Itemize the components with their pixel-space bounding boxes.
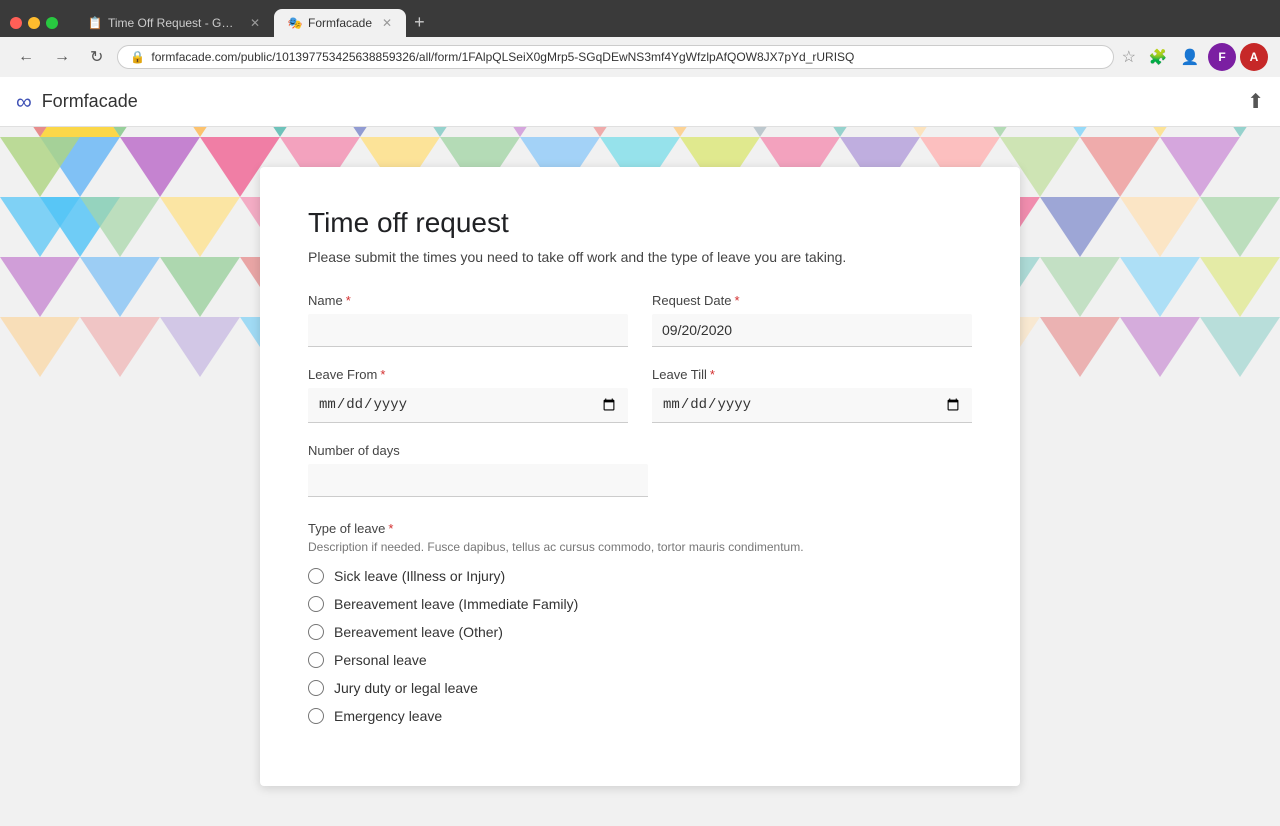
lock-icon: 🔒 [130,50,145,64]
leave-option-jury-duty[interactable]: Jury duty or legal leave [308,680,972,696]
type-of-leave-section: Type of leave* Description if needed. Fu… [308,521,972,724]
num-days-input[interactable] [308,464,648,497]
leave-option-personal-label: Personal leave [334,652,427,668]
name-required-star: * [346,293,351,308]
brand: ∞ Formfacade [16,89,138,115]
type-of-leave-label: Type of leave* [308,521,972,536]
share-button[interactable]: ⬆ [1247,89,1264,114]
leave-till-field: Leave Till* [652,367,972,423]
leave-option-sick[interactable]: Sick leave (Illness or Injury) [308,568,972,584]
form-card: Time off request Please submit the times… [260,167,1020,786]
leave-till-label: Leave Till* [652,367,972,382]
leave-till-required-star: * [710,367,715,382]
forward-button[interactable]: → [48,44,76,70]
request-date-input[interactable] [652,314,972,347]
leave-option-bereavement-immediate-label: Bereavement leave (Immediate Family) [334,596,578,612]
name-label: Name* [308,293,628,308]
bookmark-button[interactable]: ☆ [1122,47,1136,67]
leave-option-bereavement-other[interactable]: Bereavement leave (Other) [308,624,972,640]
user-avatar[interactable]: A [1240,43,1268,71]
address-text: formfacade.com/public/101397753425638859… [151,50,1100,64]
back-button[interactable]: ← [12,44,40,70]
leave-from-required-star: * [380,367,385,382]
type-of-leave-desc: Description if needed. Fusce dapibus, te… [308,540,972,554]
extensions-icon[interactable]: 🧩 [1144,43,1172,71]
tab-formfacade[interactable]: 🎭 Formfacade ✕ [274,9,406,37]
name-field: Name* [308,293,628,347]
num-days-section: Number of days [308,443,972,497]
profile-icon[interactable]: 👤 [1176,43,1204,71]
new-tab-button[interactable]: + [406,8,433,37]
tab-favicon-2: 🎭 [288,16,302,30]
browser-window: 📋 Time Off Request - Google For... ✕ 🎭 F… [0,0,1280,826]
toolbar-icons: 🧩 👤 F A [1144,43,1268,71]
browser-titlebar: 📋 Time Off Request - Google For... ✕ 🎭 F… [0,0,1280,37]
leave-option-bereavement-other-label: Bereavement leave (Other) [334,624,503,640]
leave-option-personal[interactable]: Personal leave [308,652,972,668]
address-bar[interactable]: 🔒 formfacade.com/public/1013977534256388… [117,45,1113,69]
request-date-field: Request Date* [652,293,972,347]
tab-close-1[interactable]: ✕ [250,16,260,30]
brand-logo-icon: ∞ [16,89,32,115]
leave-option-jury-duty-label: Jury duty or legal leave [334,680,478,696]
account-icon[interactable]: F [1208,43,1236,71]
leave-option-bereavement-immediate-radio[interactable] [308,596,324,612]
form-wrapper: Time off request Please submit the times… [0,127,1280,826]
leave-from-input[interactable] [308,388,628,423]
form-title: Time off request [308,207,972,239]
leave-option-sick-label: Sick leave (Illness or Injury) [334,568,505,584]
type-of-leave-required-star: * [388,521,393,536]
tab-bar: 📋 Time Off Request - Google For... ✕ 🎭 F… [74,8,1270,37]
leave-option-emergency-label: Emergency leave [334,708,442,724]
request-date-label: Request Date* [652,293,972,308]
leave-option-jury-duty-radio[interactable] [308,680,324,696]
leave-dates-row: Leave From* Leave Till* [308,367,972,423]
form-description: Please submit the times you need to take… [308,249,972,265]
page-header: ∞ Formfacade ⬆ [0,77,1280,127]
leave-option-bereavement-other-radio[interactable] [308,624,324,640]
leave-option-emergency-radio[interactable] [308,708,324,724]
tab-time-off-request[interactable]: 📋 Time Off Request - Google For... ✕ [74,9,274,37]
tab-close-2[interactable]: ✕ [382,16,392,30]
refresh-button[interactable]: ↻ [84,43,109,71]
num-days-label: Number of days [308,443,972,458]
traffic-lights [10,17,58,29]
tab-favicon-1: 📋 [88,16,102,30]
leave-from-field: Leave From* [308,367,628,423]
tab-title-1: Time Off Request - Google For... [108,16,240,30]
page-content: ∞ Formfacade ⬆ Time off request Please s… [0,77,1280,826]
request-date-required-star: * [735,293,740,308]
leave-from-label: Leave From* [308,367,628,382]
brand-name: Formfacade [42,91,138,112]
close-button[interactable] [10,17,22,29]
leave-option-bereavement-immediate[interactable]: Bereavement leave (Immediate Family) [308,596,972,612]
leave-option-emergency[interactable]: Emergency leave [308,708,972,724]
maximize-button[interactable] [46,17,58,29]
share-icon: ⬆ [1247,91,1264,113]
minimize-button[interactable] [28,17,40,29]
name-date-row: Name* Request Date* [308,293,972,347]
leave-option-personal-radio[interactable] [308,652,324,668]
browser-toolbar: ← → ↻ 🔒 formfacade.com/public/1013977534… [0,37,1280,77]
leave-till-input[interactable] [652,388,972,423]
leave-option-sick-radio[interactable] [308,568,324,584]
name-input[interactable] [308,314,628,347]
tab-title-2: Formfacade [308,16,372,30]
